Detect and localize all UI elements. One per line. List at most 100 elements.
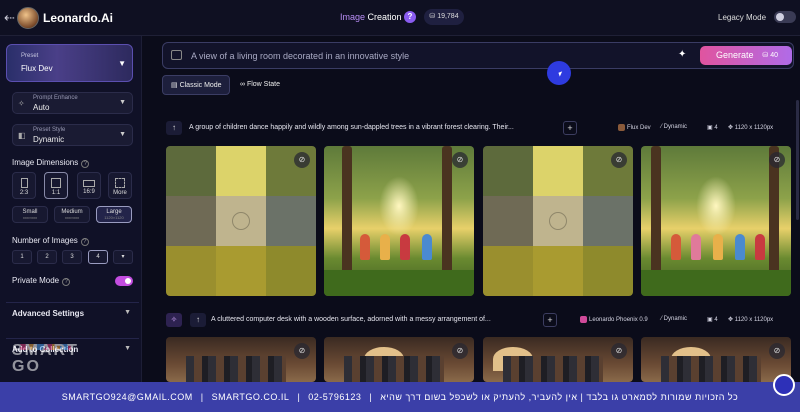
add-button[interactable]: +	[563, 121, 577, 135]
eye-off-icon[interactable]: ⊘	[611, 152, 627, 168]
generation-model: Leonardo Phoenix 0.9	[580, 316, 648, 323]
child-figure	[713, 234, 723, 260]
ratio-1-1-button[interactable]: 1:1	[44, 172, 68, 199]
eye-off-icon[interactable]: ⊘	[452, 343, 468, 359]
classic-mode-button[interactable]: ▤ Classic Mode	[162, 75, 230, 95]
prompt-input[interactable]: A view of a living room decorated in an …	[191, 51, 409, 61]
chevron-down-icon: ▼	[118, 59, 126, 68]
image-dimensions-heading: Image Dimensions?	[12, 158, 90, 168]
leonardo-logo[interactable]	[17, 7, 39, 29]
generated-image[interactable]: ⊘	[166, 337, 316, 382]
num-images-2[interactable]: 2	[37, 250, 57, 264]
preset-style-dropdown[interactable]: ◧ Preset Style Dynamic ▼	[12, 124, 133, 146]
brand-name: Leonardo.Ai	[43, 11, 114, 25]
loading-icon	[232, 212, 250, 230]
portrait-icon	[20, 178, 28, 188]
generated-image[interactable]: ⊘	[324, 146, 474, 296]
flow-state-button[interactable]: ∞ Flow State	[232, 75, 292, 95]
num-images-more-dropdown[interactable]: ▾	[113, 250, 133, 264]
landscape-icon	[83, 180, 95, 187]
square-icon	[51, 178, 61, 188]
magic-wand-icon[interactable]: ✦	[678, 49, 686, 60]
info-icon[interactable]: ?	[81, 160, 90, 168]
palette-icon: ◧	[18, 131, 26, 140]
smartgo-watermark: SMART GO	[12, 342, 79, 375]
tree	[442, 146, 452, 276]
info-icon[interactable]: ?	[62, 278, 71, 286]
tree	[342, 146, 352, 276]
image-upload-icon[interactable]	[171, 50, 182, 60]
eye-off-icon[interactable]: ⊘	[769, 152, 785, 168]
num-images-1[interactable]: 1	[12, 250, 32, 264]
child-figure	[691, 234, 701, 260]
arrow-left-icon[interactable]: ⇠	[4, 10, 15, 26]
ratio-more-button[interactable]: More	[108, 172, 132, 199]
num-images-3[interactable]: 3	[62, 250, 82, 264]
generated-image-blurred[interactable]: ⊘	[166, 146, 316, 296]
grass	[641, 270, 791, 296]
advanced-settings-section[interactable]: Advanced Settings ▼	[6, 302, 139, 324]
generated-image[interactable]: ⊘	[641, 146, 791, 296]
generated-image[interactable]: ⊘	[324, 337, 474, 382]
model-icon	[580, 316, 587, 323]
legacy-mode-toggle[interactable]	[774, 11, 796, 23]
size-small-button[interactable]: Small xxx×xxx	[12, 206, 48, 223]
eye-off-icon[interactable]: ⊘	[452, 152, 468, 168]
token-balance[interactable]: ⛁ 19,784	[424, 9, 464, 25]
chevron-down-icon: ▼	[124, 309, 131, 316]
prompt-enhance-dropdown[interactable]: ✧ Prompt Enhance Auto ▼	[12, 92, 133, 114]
footer-email: SMARTGO924@GMAIL.COM	[61, 392, 193, 402]
sunlight	[379, 176, 419, 236]
size-large-button[interactable]: Large 1120×1120	[96, 206, 132, 223]
generation-style: ⁄ Dynamic	[661, 124, 688, 130]
sidebar: Preset Flux Dev ▼ ✧ Prompt Enhance Auto …	[0, 36, 142, 382]
preset-selector[interactable]: Preset Flux Dev ▼	[6, 44, 133, 82]
separator: |	[297, 392, 301, 402]
footer-phone: 02-5796123	[308, 392, 362, 402]
ratio-16-9-button[interactable]: 16:9	[77, 172, 101, 199]
chat-icon[interactable]	[773, 374, 795, 396]
eye-off-icon[interactable]: ⊘	[769, 343, 785, 359]
child-figure	[360, 234, 370, 260]
generation-dimensions: ✥ 1120 x 1120px	[728, 125, 774, 131]
size-medium-button[interactable]: Medium xxx×xxx	[54, 206, 90, 223]
reuse-prompt-icon[interactable]: ↑	[190, 313, 206, 327]
top-bar: ⇠ Leonardo.Ai Image Creation ? ⛁ 19,784 …	[0, 0, 800, 36]
generation-prompt: A cluttered computer desk with a wooden …	[211, 316, 491, 323]
num-images-4[interactable]: 4	[88, 250, 108, 264]
generation-style: ⁄ Dynamic	[661, 316, 688, 322]
page-title: Image Creation	[340, 12, 402, 22]
generated-image[interactable]: ⊘	[483, 337, 633, 382]
eye-off-icon[interactable]: ⊘	[611, 343, 627, 359]
tree	[651, 146, 661, 276]
ratio-2-3-button[interactable]: 2:3	[12, 172, 36, 199]
generation-dimensions: ✥ 1120 x 1120px	[728, 317, 774, 323]
reuse-prompt-icon[interactable]: ↑	[166, 121, 182, 135]
generated-image[interactable]: ⊘	[641, 337, 791, 382]
child-figure	[422, 234, 432, 260]
private-mode-toggle[interactable]	[115, 276, 133, 286]
more-ratios-icon	[115, 178, 125, 188]
child-figure	[380, 234, 390, 260]
scrollbar[interactable]	[796, 100, 799, 220]
desk-clutter	[503, 356, 603, 382]
add-button[interactable]: +	[543, 313, 557, 327]
generation-count: ▣ 4	[707, 125, 718, 131]
desk-clutter	[661, 356, 761, 382]
generation-prompt: A group of children dance happily and wi…	[189, 124, 514, 131]
separator: |	[369, 392, 373, 402]
generate-button[interactable]: Generate ⛁ 40	[700, 46, 792, 65]
generated-image-blurred[interactable]: ⊘	[483, 146, 633, 296]
help-icon[interactable]: ?	[404, 11, 416, 23]
child-figure	[671, 234, 681, 260]
prompt-box[interactable]: A view of a living room decorated in an …	[162, 42, 794, 69]
desk-clutter	[186, 356, 286, 382]
footer-notice: כל הזכויות שמורות לסמארט גו בלבד | אין ל…	[380, 392, 739, 402]
eye-off-icon[interactable]: ⊘	[294, 152, 310, 168]
wand-icon[interactable]: ✧	[166, 313, 182, 327]
child-figure	[400, 234, 410, 260]
preset-value: Flux Dev	[21, 64, 53, 73]
desk-clutter	[344, 356, 444, 382]
info-icon[interactable]: ?	[80, 238, 89, 246]
eye-off-icon[interactable]: ⊘	[294, 343, 310, 359]
